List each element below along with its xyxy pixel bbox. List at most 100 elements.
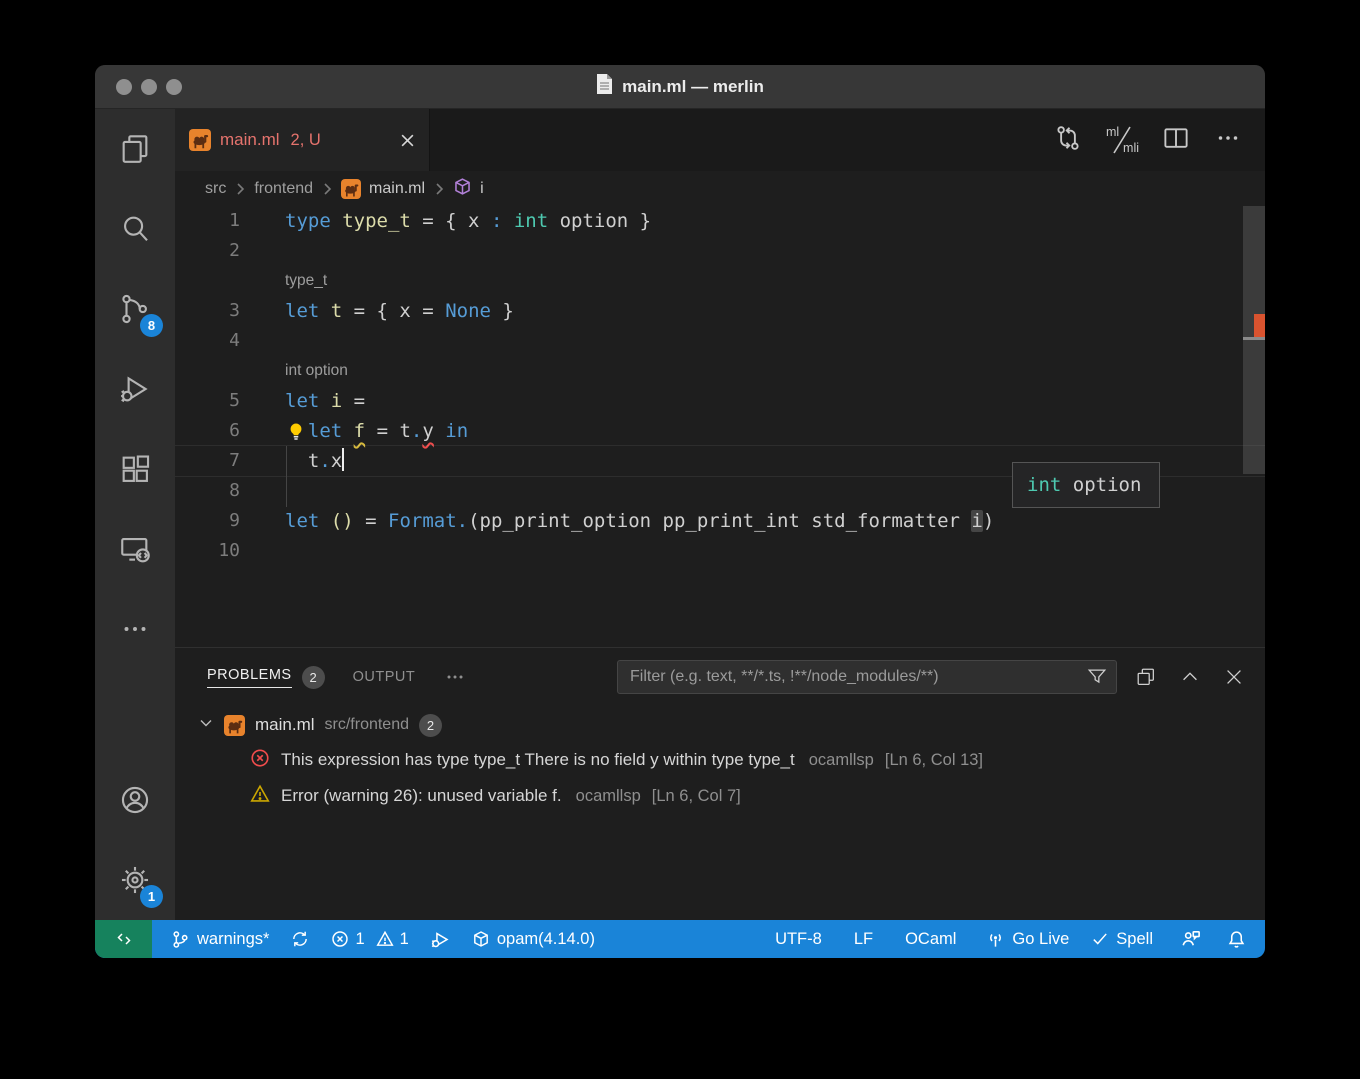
eol-status[interactable]: LF <box>843 920 884 958</box>
run-debug-icon[interactable] <box>95 349 175 429</box>
problem-source: ocamllsp <box>809 751 874 770</box>
problem-location: [Ln 6, Col 7] <box>652 787 741 806</box>
search-icon[interactable] <box>95 189 175 269</box>
more-views-icon[interactable] <box>95 589 175 669</box>
tab-main-ml[interactable]: main.ml 2, U <box>175 109 430 171</box>
code-token: : <box>491 210 502 232</box>
zoom-window-button[interactable] <box>166 79 182 95</box>
code-line[interactable]: let t = { x = None } <box>240 296 514 326</box>
tooltip-text: int <box>1027 474 1061 496</box>
line-number: 1 <box>175 206 240 236</box>
line-number: 3 <box>175 296 240 326</box>
code-token: x <box>331 450 342 472</box>
indent-guide <box>286 446 287 507</box>
code-line[interactable]: type type_t = { x : int option } <box>240 206 651 236</box>
problems-filter-input[interactable] <box>628 667 1086 687</box>
explorer-icon[interactable] <box>95 109 175 189</box>
breadcrumb-item-frontend[interactable]: frontend <box>254 180 313 198</box>
sync-status[interactable] <box>280 920 320 958</box>
breadcrumb-item-file[interactable]: main.ml <box>369 180 425 198</box>
code-token: (pp_print_option pp_print_int std_format… <box>468 510 971 532</box>
filter-icon[interactable] <box>1086 666 1108 688</box>
feedback-icon[interactable] <box>1170 920 1212 958</box>
editor-scrollbar[interactable] <box>1243 206 1265 647</box>
remote-explorer-icon[interactable] <box>95 509 175 589</box>
tab-output[interactable]: OUTPUT <box>353 669 416 685</box>
code-line[interactable] <box>240 236 285 266</box>
document-icon <box>596 74 613 100</box>
errors-warnings-status[interactable]: 1 1 <box>320 920 419 958</box>
problem-row-error[interactable]: This expression has type type_t There is… <box>175 742 1265 778</box>
close-window-button[interactable] <box>116 79 132 95</box>
codelens-label[interactable]: type_t <box>240 266 327 296</box>
code-token: f <box>354 420 365 442</box>
window-title: main.ml — merlin <box>622 77 764 97</box>
problems-file-path: src/frontend <box>325 716 409 734</box>
code-line[interactable] <box>240 536 285 566</box>
chevron-down-icon[interactable] <box>198 715 214 736</box>
codelens-row: type_t <box>175 266 1265 296</box>
line-number: 2 <box>175 236 240 266</box>
editor-actions: ml mli <box>1053 109 1265 171</box>
code-row: 10 <box>175 536 1265 566</box>
code-line[interactable]: let () = Format.(pp_print_option pp_prin… <box>240 506 994 536</box>
code-row: 3let t = { x = None } <box>175 296 1265 326</box>
minimize-window-button[interactable] <box>141 79 157 95</box>
panel-more-tabs-icon[interactable] <box>443 665 467 689</box>
remote-indicator[interactable] <box>95 920 152 958</box>
problems-file-row[interactable]: main.ml src/frontend 2 <box>175 708 1265 742</box>
code-token: = { x = <box>342 300 445 322</box>
symbol-cube-icon <box>453 177 472 201</box>
close-panel-icon[interactable] <box>1223 666 1245 688</box>
go-live-status[interactable]: Go Live <box>975 920 1080 958</box>
lightbulb-icon[interactable] <box>286 421 306 441</box>
encoding-status[interactable]: UTF-8 <box>764 920 833 958</box>
swap-implementation-icon[interactable] <box>1053 123 1083 158</box>
code-token: y <box>422 420 433 442</box>
debug-status[interactable] <box>420 920 461 958</box>
opam-switch-status[interactable]: opam(4.14.0) <box>461 920 606 958</box>
code-editor[interactable]: 1type type_t = { x : int option }2type_t… <box>175 206 1265 647</box>
account-icon[interactable] <box>95 760 175 840</box>
collapse-all-icon[interactable] <box>1135 666 1157 688</box>
language-mode-status[interactable]: OCaml <box>894 920 967 958</box>
problem-message: This expression has type type_t There is… <box>281 750 795 770</box>
code-line[interactable]: let f = t.y in <box>240 416 468 446</box>
breadcrumb-item-src[interactable]: src <box>205 180 226 198</box>
code-token: i <box>331 390 342 412</box>
switch-ml-mli-icon[interactable]: ml mli <box>1105 125 1139 155</box>
code-line[interactable] <box>240 326 285 356</box>
code-token <box>331 210 342 232</box>
code-token: int <box>514 210 548 232</box>
codelens-label[interactable]: int option <box>240 356 348 386</box>
problem-row-warning[interactable]: Error (warning 26): unused variable f.oc… <box>175 778 1265 814</box>
status-bar: warnings* 1 1 opam(4.14.0) UTF-8 LF OCam… <box>95 920 1265 958</box>
code-line[interactable]: t.x <box>240 446 344 476</box>
extensions-icon[interactable] <box>95 429 175 509</box>
settings-gear-icon[interactable]: 1 <box>95 840 175 920</box>
tab-strip: main.ml 2, U ml mli <box>175 109 1265 171</box>
spell-checker-status[interactable]: Spell <box>1080 920 1164 958</box>
tab-close-icon[interactable] <box>400 133 415 148</box>
code-token: . <box>411 420 422 442</box>
code-token <box>319 510 330 532</box>
tab-problems[interactable]: PROBLEMS 2 <box>207 666 325 689</box>
notifications-bell-icon[interactable] <box>1216 920 1257 958</box>
error-icon <box>250 748 270 773</box>
tab-decoration: 2, U <box>291 131 321 150</box>
breadcrumb-item-symbol[interactable]: i <box>480 180 484 198</box>
overview-error-marker <box>1254 314 1265 337</box>
code-token: t <box>399 420 410 442</box>
maximize-panel-icon[interactable] <box>1179 666 1201 688</box>
code-row: 2 <box>175 236 1265 266</box>
scrollbar-thumb[interactable] <box>1243 206 1265 474</box>
editor-more-actions-icon[interactable] <box>1213 123 1243 158</box>
code-token: t <box>331 300 342 322</box>
git-branch-status[interactable]: warnings* <box>160 920 280 958</box>
vscode-window: main.ml — merlin 8 <box>95 65 1265 958</box>
code-line[interactable] <box>240 476 285 506</box>
split-editor-icon[interactable] <box>1161 123 1191 158</box>
title-bar[interactable]: main.ml — merlin <box>95 65 1265 109</box>
code-line[interactable]: let i = <box>240 386 365 416</box>
source-control-icon[interactable]: 8 <box>95 269 175 349</box>
